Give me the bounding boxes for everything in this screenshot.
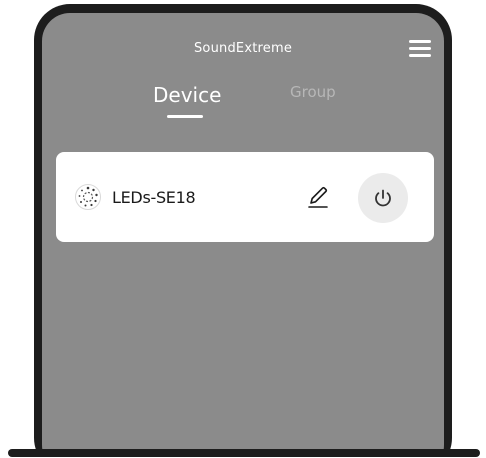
- pencil-icon[interactable]: [306, 184, 330, 210]
- active-tab-indicator: [167, 115, 203, 118]
- power-button[interactable]: [358, 173, 408, 223]
- app-screen: SoundExtreme Device Group LEDs-SE18: [42, 13, 444, 458]
- device-name: LEDs-SE18: [112, 188, 196, 207]
- app-title: SoundExtreme: [193, 41, 293, 56]
- tab-device[interactable]: Device: [153, 83, 221, 107]
- device-base-line: [8, 449, 480, 457]
- power-icon: [375, 189, 391, 207]
- device-spinner-icon: [75, 184, 101, 210]
- tab-group[interactable]: Group: [290, 83, 336, 101]
- page: SoundExtreme Device Group LEDs-SE18: [0, 0, 486, 458]
- device-card[interactable]: LEDs-SE18: [56, 152, 434, 242]
- hamburger-menu-icon[interactable]: [409, 40, 431, 58]
